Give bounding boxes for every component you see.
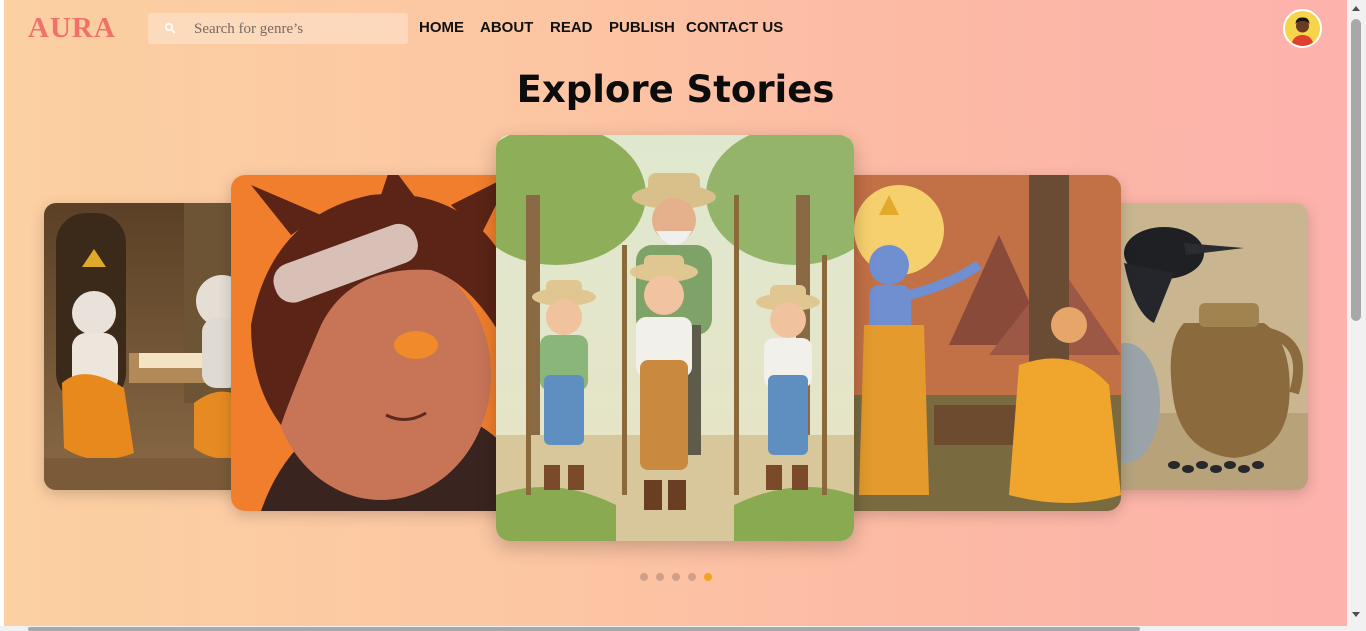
nav-home[interactable]: HOME: [419, 19, 464, 36]
nav-read[interactable]: READ: [550, 19, 593, 36]
brand-logo[interactable]: AURA: [28, 12, 116, 45]
story-card-5[interactable]: [1104, 203, 1308, 490]
vertical-scrollbar[interactable]: [1347, 0, 1366, 631]
nav-publish[interactable]: PUBLISH: [609, 19, 675, 36]
user-avatar-icon[interactable]: [1283, 9, 1322, 48]
page-title: Explore Stories: [516, 68, 835, 111]
story-card-1[interactable]: [44, 203, 244, 490]
carousel-dot-1[interactable]: [640, 573, 648, 581]
horizontal-scroll-thumb[interactable]: [28, 627, 1140, 631]
farmer-boys-illustration: [496, 135, 854, 541]
search-icon: [164, 22, 176, 34]
story-card-3-active[interactable]: [496, 135, 854, 541]
scroll-up-icon[interactable]: [1352, 6, 1360, 11]
story-card-4[interactable]: [839, 175, 1121, 511]
vertical-scroll-thumb[interactable]: [1351, 19, 1361, 321]
avatar-illustration: [1285, 11, 1320, 46]
carousel-dot-5-active[interactable]: [704, 573, 712, 581]
nav-contact-us[interactable]: CONTACT US: [686, 19, 783, 36]
story-card-2[interactable]: [231, 175, 521, 511]
ganesha-illustration: [44, 203, 244, 490]
search-bar[interactable]: [148, 13, 408, 46]
carousel-dot-3[interactable]: [672, 573, 680, 581]
carousel-dot-2[interactable]: [656, 573, 664, 581]
carousel-dot-4[interactable]: [688, 573, 696, 581]
krishna-illustration: [839, 175, 1121, 511]
anime-boy-illustration: [231, 175, 521, 511]
search-input[interactable]: [192, 13, 406, 46]
crow-pitcher-illustration: [1104, 203, 1308, 490]
scroll-down-icon[interactable]: [1352, 612, 1360, 617]
page-viewport: AURA HOME ABOUT READ PUBLISH CONTACT US …: [4, 0, 1347, 626]
nav-about[interactable]: ABOUT: [480, 19, 533, 36]
horizontal-scrollbar[interactable]: [0, 626, 1347, 631]
